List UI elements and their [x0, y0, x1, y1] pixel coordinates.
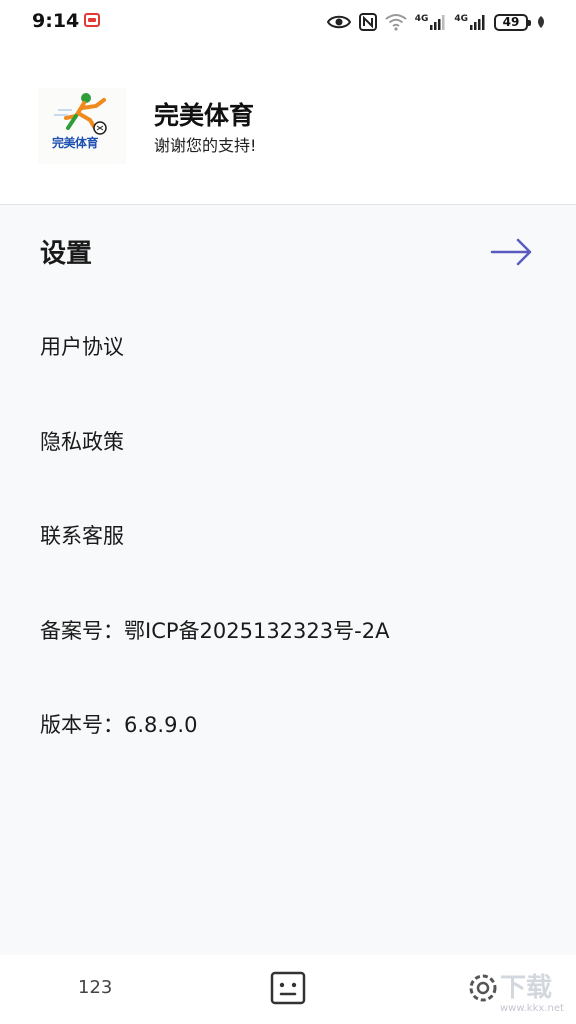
signal-icon [430, 15, 445, 30]
watermark-url: www.kkx.net [500, 1003, 564, 1014]
app-name: 完美体育 [154, 101, 255, 130]
settings-row[interactable]: 设置 [0, 205, 576, 297]
leaf-icon [538, 16, 544, 28]
robot-face-icon[interactable] [270, 971, 306, 1005]
status-bar: 9:14 4G 4G 49 [0, 0, 576, 44]
icp-record: 备案号：鄂ICP备2025132323号-2A [40, 619, 390, 643]
version-number: 版本号：6.8.9.0 [40, 713, 198, 737]
nav-tab-123[interactable]: 123 [78, 977, 112, 998]
settings-label: 设置 [40, 239, 93, 269]
nfc-icon [358, 13, 377, 31]
menu-item-customer-service[interactable]: 联系客服 [40, 520, 124, 550]
arrow-right-icon[interactable] [490, 237, 534, 267]
settings-list: 设置 用户协议 隐私政策 联系客服 备案号：鄂ICP备2025132323号-2… [0, 205, 576, 955]
signal-group-1: 4G [415, 14, 447, 30]
watermark: 下载 [500, 973, 553, 1003]
status-time: 9:14 [32, 10, 80, 32]
battery-icon: 49 [494, 13, 531, 31]
status-icons: 4G 4G 49 [326, 10, 546, 34]
notification-icon [84, 13, 100, 27]
signal-group-2: 4G [454, 14, 486, 30]
network-type-label: 4G [414, 14, 429, 24]
logo-lettering: 完美体育 [52, 136, 99, 150]
signal-icon [470, 15, 485, 30]
menu-item-user-agreement[interactable]: 用户协议 [40, 331, 124, 361]
bottom-nav: 123 下载 www.kkx.net [0, 955, 576, 1024]
menu-item-privacy-policy[interactable]: 隐私政策 [40, 426, 124, 456]
runner-icon [54, 93, 107, 135]
app-logo: 完美体育 [38, 88, 126, 164]
network-type-label: 4G [454, 14, 468, 24]
gear-icon[interactable] [464, 969, 502, 1007]
profile-header: 完美体育 完美体育 谢谢您的支持! [0, 44, 576, 204]
app-slogan: 谢谢您的支持! [154, 136, 257, 155]
wifi-icon [385, 14, 407, 31]
eye-icon [326, 15, 351, 29]
